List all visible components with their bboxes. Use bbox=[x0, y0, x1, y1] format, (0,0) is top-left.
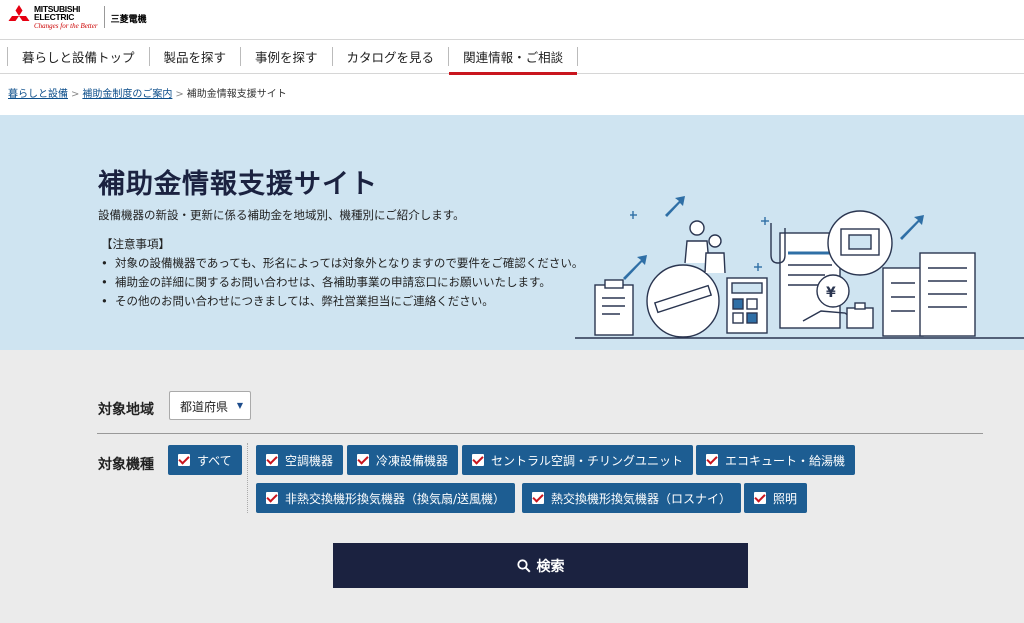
prefecture-select[interactable]: 都道府県 ▼ bbox=[169, 391, 251, 420]
chip-label: 非熱交換機形換気機器（換気扇/送風機） bbox=[285, 491, 506, 506]
notice-item: 対象の設備機器であっても、形名によっては対象外となりますので要件をご確認ください… bbox=[99, 254, 583, 273]
checkbox-checked-icon bbox=[266, 454, 278, 466]
category-chip-aircon[interactable]: 空調機器 bbox=[256, 445, 344, 475]
brand-divider bbox=[103, 6, 105, 28]
nav-item-products[interactable]: 製品を探す bbox=[148, 47, 241, 66]
hero-subtitle: 設備機器の新設・更新に係る補助金を地域別、機種別にご紹介します。 bbox=[98, 208, 465, 222]
checkbox-checked-icon bbox=[178, 454, 190, 466]
prefecture-select-value: 都道府県 bbox=[180, 400, 229, 414]
category-chip-lighting[interactable]: 照明 bbox=[744, 483, 808, 513]
site-header: MITSUBISHI ELECTRIC Changes for the Bett… bbox=[0, 0, 1024, 40]
breadcrumb-link-home[interactable]: 暮らしと設備 bbox=[8, 89, 68, 100]
category-chip-central-aircon[interactable]: セントラル空調・チリングユニット bbox=[462, 445, 694, 475]
brand-name-en-2: ELECTRIC bbox=[34, 12, 75, 22]
chip-label: 照明 bbox=[773, 491, 798, 506]
nav-item-top[interactable]: 暮らしと設備トップ bbox=[7, 47, 149, 66]
caret-down-icon: ▼ bbox=[236, 401, 243, 410]
breadcrumb-separator: > bbox=[71, 89, 80, 100]
chip-label: エコキュート・給湯機 bbox=[725, 453, 846, 468]
brand-name-jp: 三菱電機 bbox=[110, 15, 147, 25]
breadcrumb: 暮らしと設備 > 補助金制度のご案内 > 補助金情報支援サイト bbox=[0, 74, 1024, 114]
search-button-label: 検索 bbox=[536, 558, 565, 575]
notice-item: 補助金の詳細に関するお問い合わせは、各補助事業の申請窓口にお願いいたします。 bbox=[99, 273, 583, 292]
checkbox-checked-icon bbox=[472, 454, 484, 466]
category-chip-ecocute[interactable]: エコキュート・給湯機 bbox=[696, 445, 856, 475]
brand-tagline: Changes for the Better bbox=[34, 22, 98, 30]
checkbox-checked-icon bbox=[357, 454, 369, 466]
nav-item-related-info[interactable]: 関連情報・ご相談 bbox=[448, 47, 579, 75]
category-chip-refrigeration[interactable]: 冷凍設備機器 bbox=[347, 445, 459, 475]
hero-banner: 補助金情報支援サイト 設備機器の新設・更新に係る補助金を地域別、機種別にご紹介し… bbox=[0, 115, 1024, 350]
notice-heading: 【注意事項】 bbox=[101, 237, 170, 251]
nav-item-catalog[interactable]: カタログを見る bbox=[331, 47, 449, 66]
checkbox-checked-icon bbox=[532, 492, 544, 504]
section-divider bbox=[97, 433, 983, 434]
checkbox-checked-icon bbox=[754, 492, 766, 504]
chip-label: 冷凍設備機器 bbox=[376, 453, 449, 468]
chip-label: すべて bbox=[197, 453, 232, 468]
chip-label: 熱交換機形換気機器（ロスナイ） bbox=[551, 491, 732, 506]
chip-label: 空調機器 bbox=[285, 453, 334, 468]
page-title: 補助金情報支援サイト bbox=[98, 169, 378, 200]
brand-logo[interactable]: MITSUBISHI ELECTRIC Changes for the Bett… bbox=[7, 5, 147, 30]
chip-group-divider bbox=[247, 443, 248, 513]
breadcrumb-separator: > bbox=[175, 89, 184, 100]
checkbox-checked-icon bbox=[266, 492, 278, 504]
search-icon bbox=[516, 558, 531, 573]
equipment-label: 対象機種 bbox=[98, 457, 154, 473]
brand-text: MITSUBISHI ELECTRIC Changes for the Bett… bbox=[34, 5, 98, 30]
breadcrumb-link-subsidy[interactable]: 補助金制度のご案内 bbox=[82, 89, 172, 100]
chip-label: セントラル空調・チリングユニット bbox=[491, 453, 684, 468]
notice-item: その他のお問い合わせにつきましては、弊社営業担当にご連絡ください。 bbox=[99, 292, 583, 311]
checkbox-checked-icon bbox=[706, 454, 718, 466]
category-chip-ventilation[interactable]: 非熱交換機形換気機器（換気扇/送風機） bbox=[256, 483, 516, 513]
yen-icon: ¥ bbox=[826, 285, 836, 301]
breadcrumb-current: 補助金情報支援サイト bbox=[186, 89, 287, 100]
category-chip-lossnay[interactable]: 熱交換機形換気機器（ロスナイ） bbox=[522, 483, 742, 513]
mitsubishi-diamonds-icon bbox=[8, 5, 30, 21]
hero-illustration: ¥ bbox=[575, 196, 1024, 339]
search-button[interactable]: 検索 bbox=[333, 543, 748, 588]
global-nav: 暮らしと設備トップ 製品を探す 事例を探す カタログを見る 関連情報・ご相談 bbox=[0, 40, 1024, 75]
region-label: 対象地域 bbox=[98, 402, 154, 418]
notice-list: 対象の設備機器であっても、形名によっては対象外となりますので要件をご確認ください… bbox=[99, 254, 583, 311]
search-panel: 対象地域 都道府県 ▼ 対象機種 すべて 空調機器 冷凍設備機器 セントラル空調… bbox=[0, 350, 1024, 623]
nav-item-cases[interactable]: 事例を探す bbox=[240, 47, 332, 66]
category-chip-all[interactable]: すべて bbox=[168, 445, 242, 475]
